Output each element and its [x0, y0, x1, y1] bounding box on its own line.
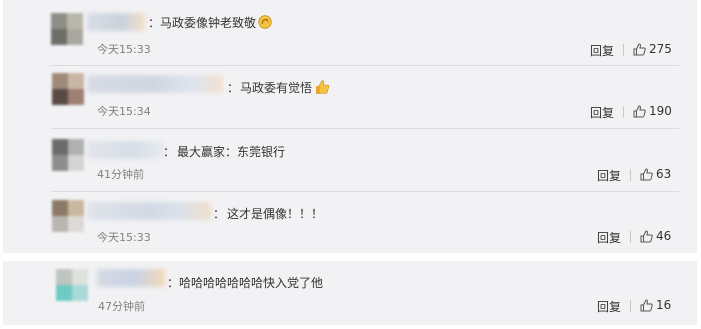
username[interactable]: [87, 202, 211, 220]
reply-button[interactable]: 回复: [590, 42, 614, 59]
colon: ：: [148, 16, 161, 30]
comment-time: 今天15:33: [97, 43, 151, 56]
thumbs-up-icon: [640, 298, 653, 311]
reply-button[interactable]: 回复: [597, 298, 621, 315]
separator: [630, 169, 631, 181]
comment-item: ： 马政委有觉悟 今天15:34 回复 190: [3, 66, 697, 126]
avatar[interactable]: [52, 139, 84, 171]
username[interactable]: [87, 141, 165, 159]
reply-button[interactable]: 回复: [597, 229, 621, 246]
comment-text: 马政委像钟老致敬: [160, 14, 272, 32]
thumbs-up-icon: [314, 79, 330, 98]
comment-text-content: 这才是偶像！！！: [227, 207, 324, 221]
username[interactable]: [97, 269, 165, 287]
avatar[interactable]: [51, 13, 83, 45]
comment-time: 今天15:34: [97, 105, 151, 118]
like-count: 16: [656, 298, 672, 312]
like-count: 46: [656, 229, 672, 243]
colon: ：: [163, 145, 176, 159]
like-button[interactable]: 275: [633, 42, 672, 56]
comment-time: 今天15:33: [97, 231, 151, 244]
separator: [623, 44, 624, 56]
comment-list-panel: ： 马政委像钟老致敬 今天15:33 回复 275 ： 马政委有觉悟 今天15:…: [3, 0, 697, 253]
comment-time: 47分钟前: [98, 300, 145, 313]
separator: [623, 106, 624, 118]
comment-text-content: 哈哈哈哈哈哈哈快入党了他: [179, 276, 324, 290]
thumbs-up-icon: [633, 104, 646, 117]
comment-item: ： 马政委像钟老致敬 今天15:33 回复 275: [3, 4, 697, 64]
comment-text: 这才是偶像！！！: [227, 205, 323, 222]
colon: ：: [227, 81, 240, 95]
reply-button[interactable]: 回复: [597, 167, 621, 184]
comment-list-panel: ： 哈哈哈哈哈哈哈快入党了他 47分钟前 回复 16: [3, 261, 697, 325]
comment-item: ： 哈哈哈哈哈哈哈快入党了他 47分钟前 回复 16: [3, 261, 697, 321]
comment-text: 马政委有觉悟: [240, 79, 330, 98]
like-count: 63: [656, 167, 672, 181]
colon: ：: [167, 276, 180, 290]
comment-text-content: 最大赢家：东莞银行: [177, 145, 286, 159]
avatar[interactable]: [52, 200, 84, 232]
separator: [630, 300, 631, 312]
comment-text-content: 马政委像钟老致敬: [160, 16, 257, 30]
like-count: 275: [649, 42, 672, 56]
clapping-hands-icon: [258, 15, 272, 32]
comment-time: 41分钟前: [97, 168, 144, 181]
avatar[interactable]: [56, 269, 88, 301]
like-button[interactable]: 63: [640, 167, 671, 181]
thumbs-up-icon: [633, 42, 646, 55]
avatar[interactable]: [52, 73, 84, 105]
like-button[interactable]: 190: [633, 104, 672, 118]
comment-text: 最大赢家：东莞银行: [177, 143, 285, 160]
thumbs-up-icon: [640, 167, 653, 180]
colon: ：: [213, 207, 226, 221]
comment-item: ： 这才是偶像！！！ 今天15:33 回复 46: [3, 192, 697, 252]
separator: [630, 231, 631, 243]
comment-text-content: 马政委有觉悟: [240, 81, 313, 95]
username[interactable]: [87, 75, 223, 93]
comment-text: 哈哈哈哈哈哈哈快入党了他: [179, 274, 323, 291]
reply-button[interactable]: 回复: [590, 104, 614, 121]
like-button[interactable]: 46: [640, 229, 671, 243]
username[interactable]: [87, 13, 145, 31]
like-count: 190: [649, 104, 672, 118]
like-button[interactable]: 16: [640, 298, 671, 312]
comment-item: ： 最大赢家：东莞银行 41分钟前 回复 63: [3, 129, 697, 189]
thumbs-up-icon: [640, 229, 653, 242]
